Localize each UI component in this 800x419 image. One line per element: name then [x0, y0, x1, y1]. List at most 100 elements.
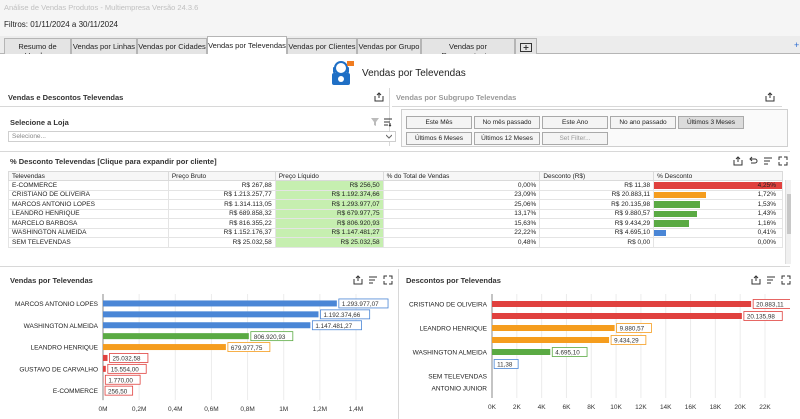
cell-pct-desconto: 1,43%	[653, 208, 783, 219]
x-tick-label: 0,6M	[204, 406, 218, 413]
column-header[interactable]: % do Total de Vendas	[382, 171, 541, 181]
table-row[interactable]: LEANDRO HENRIQUE R$ 689.858,32 R$ 679.977,…	[8, 208, 783, 219]
export-icon[interactable]	[374, 92, 384, 102]
filter-list-icon[interactable]	[368, 275, 378, 285]
cell-desconto: R$ 20.883,11	[539, 189, 655, 200]
x-tick-label: 10K	[610, 404, 622, 411]
cell-desconto: R$ 4.695,10	[539, 227, 655, 238]
x-tick-label: 1,4M	[349, 406, 363, 413]
category-label: CRISTIANO DE OLIVEIRA	[409, 302, 488, 309]
column-header[interactable]: % Desconto	[653, 171, 783, 181]
data-label: 20.883,11	[756, 302, 784, 309]
category-label: LEANDRO HENRIQUE	[419, 326, 487, 333]
table-title: % Desconto Televendas [Clique para expan…	[10, 157, 217, 166]
add-tab-button[interactable]	[515, 38, 537, 54]
column-header[interactable]: Televendas	[8, 171, 169, 181]
x-tick-label: 6K	[562, 404, 571, 411]
cell-televendas: SEM TELEVENDAS	[8, 237, 169, 248]
tab-vendas-televendas[interactable]: Vendas por Televendas	[207, 36, 287, 55]
cell-pct-desconto: 4,25%	[653, 180, 783, 191]
category-label: GUSTAVO DE CARVALHO	[19, 366, 98, 373]
left-panel-title: Vendas e Descontos Televendas	[8, 93, 124, 102]
table-row[interactable]: CRISTIANO DE OLIVEIRA R$ 1.213.257,77 R$ 1…	[8, 189, 783, 200]
tab-vendas-linhas[interactable]: Vendas por Linhas	[71, 38, 137, 54]
bar	[103, 365, 106, 372]
export-icon[interactable]	[751, 275, 761, 285]
export-icon[interactable]	[733, 156, 743, 166]
x-tick-label: 22K	[759, 404, 771, 411]
data-label: 25.032,58	[113, 356, 142, 363]
store-select[interactable]: Selecione...	[8, 131, 396, 142]
export-icon[interactable]	[765, 92, 775, 102]
filter-list-icon[interactable]	[383, 117, 393, 127]
filters-text: Filtros: 01/11/2024 a 30/11/2024	[0, 14, 800, 36]
cell-televendas: LEANDRO HENRIQUE	[8, 208, 169, 219]
table-row[interactable]: E-COMMERCE R$ 267,88 R$ 256,50 0,00% R$ 11,3…	[8, 180, 783, 191]
period-mes-passado-button[interactable]: No mês passado	[474, 116, 540, 129]
period-ano-passado-button[interactable]: No ano passado	[610, 116, 676, 129]
table-row[interactable]: MARCELO BARBOSA R$ 816.355,22 R$ 806.920,9…	[8, 218, 783, 229]
table-header-row: Televendas Preço Bruto Preço Líquido % d…	[8, 171, 783, 181]
pct-desconto-label: 0,00%	[757, 238, 776, 246]
export-icon[interactable]	[353, 275, 363, 285]
tab-resumo-vendas[interactable]: Resumo de Vendas	[4, 38, 71, 60]
cell-desconto: R$ 9.880,57	[539, 208, 655, 219]
tab-vendas-grupo[interactable]: Vendas por Grupo	[357, 38, 421, 54]
period-este-ano-button[interactable]: Este Ano	[542, 116, 608, 129]
table-row[interactable]: MARCOS ANTONIO LOPES R$ 1.314.113,05 R$ 1.…	[8, 199, 783, 210]
cell-preco-liquido: R$ 806.920,93	[274, 218, 384, 229]
cell-televendas: WASHINGTON ALMEIDA	[8, 227, 169, 238]
data-label: 11,38	[497, 362, 513, 369]
set-filter-button[interactable]: Set Filter...	[542, 132, 608, 145]
filter-list-icon[interactable]	[763, 156, 773, 166]
divider	[392, 106, 782, 107]
period-ultimos-3-meses-button[interactable]: Últimos 3 Meses	[678, 116, 744, 129]
add-tab-icon	[520, 42, 532, 52]
chart-title-descontos: Descontos por Televendas	[406, 276, 501, 285]
filter-list-icon[interactable]	[766, 275, 776, 285]
category-label: LEANDRO HENRIQUE	[30, 345, 98, 352]
tab-vendas-representantes[interactable]: Vendas por Representantes	[421, 38, 515, 60]
column-header[interactable]: Desconto (R$)	[539, 171, 655, 181]
undo-icon[interactable]	[748, 156, 758, 166]
table-scrollbar[interactable]	[785, 180, 791, 264]
x-tick-label: 2K	[513, 404, 522, 411]
cell-preco-bruto: R$ 689.858,32	[167, 208, 276, 219]
column-header[interactable]: Preço Líquido	[274, 171, 384, 181]
period-ultimos-12-meses-button[interactable]: Últimos 12 Meses	[474, 132, 540, 145]
bar	[492, 301, 752, 307]
bar	[492, 349, 551, 355]
cell-televendas: MARCELO BARBOSA	[8, 218, 169, 229]
divider	[398, 269, 399, 419]
column-header[interactable]: Preço Bruto	[167, 171, 276, 181]
maximize-icon[interactable]	[778, 156, 788, 166]
page-header: Vendas por Televendas	[328, 58, 466, 88]
cell-televendas: E-COMMERCE	[8, 180, 169, 191]
tab-vendas-cidades[interactable]: Vendas por Cidades	[137, 38, 207, 54]
period-ultimos-6-meses-button[interactable]: Últimos 6 Meses	[406, 132, 472, 145]
cell-pct-total: 25,06%	[382, 199, 541, 210]
cell-preco-liquido: R$ 1.192.374,66	[274, 189, 384, 200]
scrollbar-thumb[interactable]	[787, 194, 791, 234]
data-label: 9.880,57	[620, 326, 645, 333]
x-tick-label: 0,8M	[240, 406, 254, 413]
maximize-icon[interactable]	[781, 275, 791, 285]
clear-filter-icon[interactable]	[370, 117, 380, 127]
side-expand-icon[interactable]: +	[794, 40, 799, 50]
tab-vendas-clientes[interactable]: Vendas por Clientes	[287, 38, 357, 54]
x-tick-label: 1M	[279, 406, 288, 413]
cell-desconto: R$ 11,38	[539, 180, 655, 191]
x-tick-label: 0,2M	[132, 406, 146, 413]
maximize-icon[interactable]	[383, 275, 393, 285]
period-este-mes-button[interactable]: Este Mês	[406, 116, 472, 129]
cell-preco-liquido: R$ 1.147.481,27	[274, 227, 384, 238]
store-select-placeholder: Selecione...	[12, 133, 46, 140]
page-title: Vendas por Televendas	[362, 67, 466, 79]
pct-desconto-label: 1,43%	[757, 210, 776, 218]
table-row[interactable]: SEM TELEVENDAS R$ 25.032,58 R$ 25.032,58 0,…	[8, 237, 783, 248]
pct-desconto-label: 1,72%	[757, 191, 776, 199]
bar	[103, 322, 311, 329]
table-row[interactable]: WASHINGTON ALMEIDA R$ 1.152.176,37 R$ 1.14…	[8, 227, 783, 238]
category-label: MARCOS ANTONIO LOPES	[15, 301, 99, 308]
x-tick-label: 0M	[98, 406, 107, 413]
